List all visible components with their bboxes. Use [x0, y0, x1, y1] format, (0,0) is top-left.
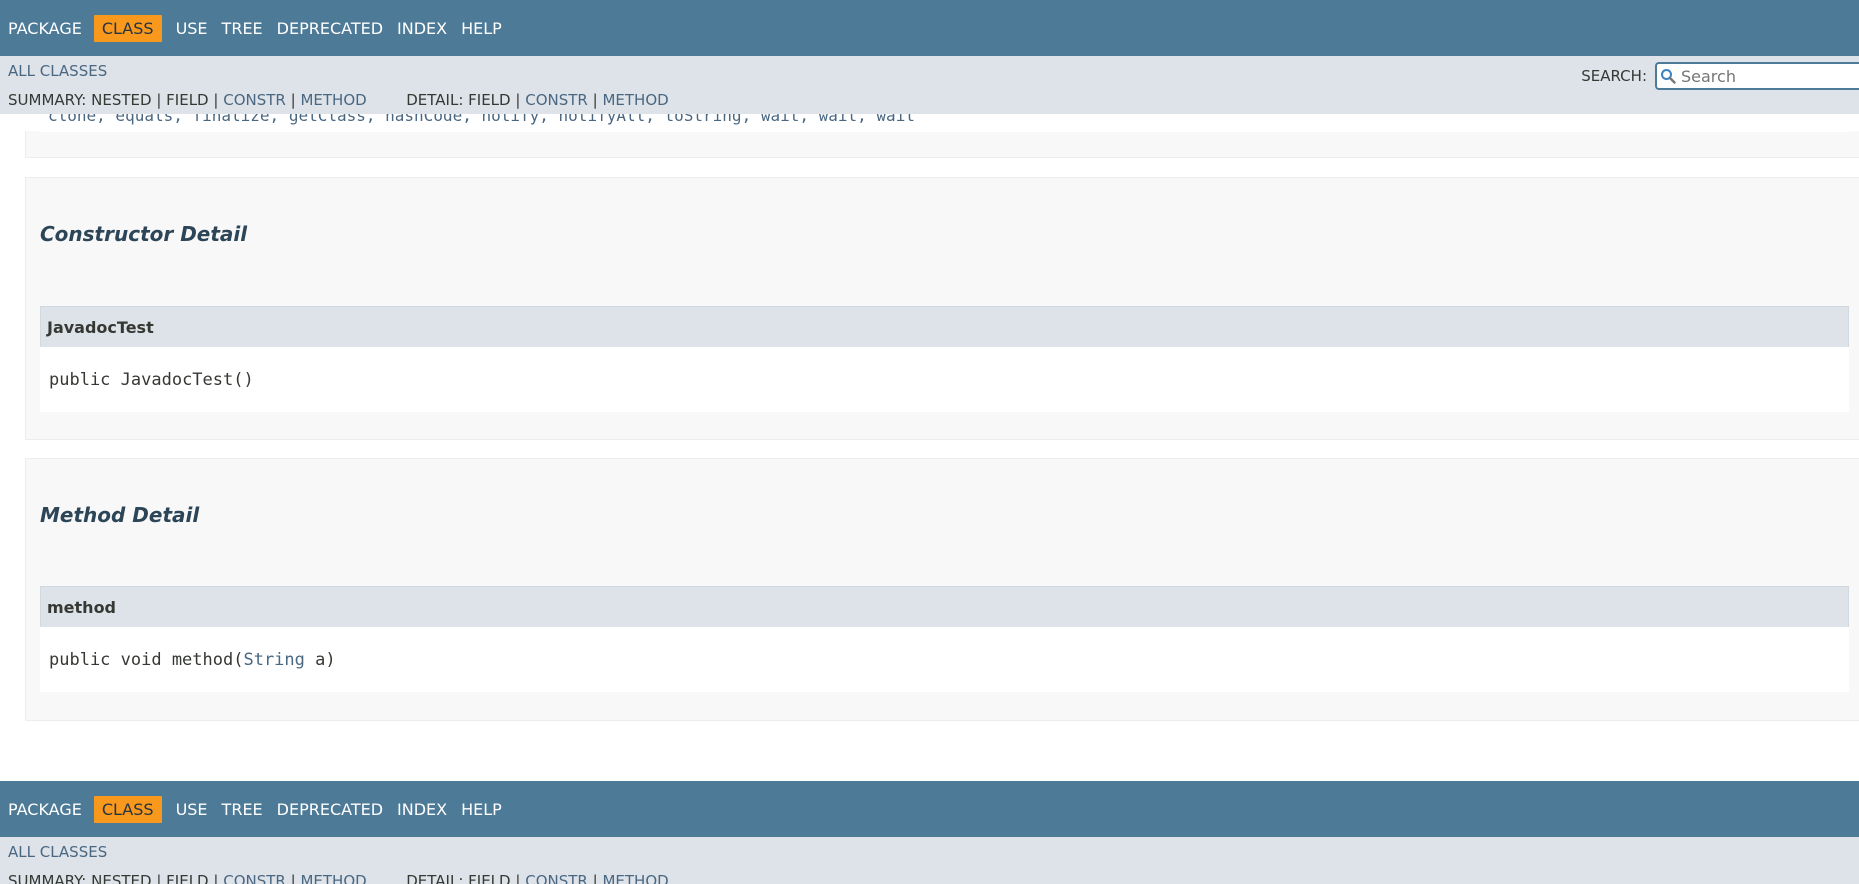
bottom-detail-method-link[interactable]: METHOD: [602, 872, 668, 884]
nav-tree[interactable]: TREE: [222, 15, 263, 42]
bottom-all-classes-link[interactable]: ALL CLASSES: [8, 843, 107, 861]
summary-nested: NESTED: [91, 872, 152, 884]
method-signature: public void method(String a): [40, 627, 1849, 692]
constructor-header: JavadocTest: [40, 306, 1849, 348]
bottom-nav-use[interactable]: USE: [176, 796, 208, 823]
separator: |: [213, 91, 219, 109]
separator: |: [592, 91, 598, 109]
nav-package[interactable]: PACKAGE: [8, 15, 82, 42]
method-detail-heading: Method Detail: [40, 503, 200, 527]
signature-prefix: public void method(: [49, 649, 244, 670]
bottom-summary-nav: SUMMARY: NESTED | FIELD | CONSTR | METHO…: [8, 872, 669, 884]
constructor-detail-section: Constructor Detail JavadocTest public Ja…: [25, 177, 1859, 440]
bottom-detail-constr-link[interactable]: CONSTR: [525, 872, 588, 884]
signature-name: JavadocTest(): [120, 369, 254, 390]
summary-nav: SUMMARY: NESTED | FIELD | CONSTR | METHO…: [8, 91, 669, 109]
summary-field: FIELD: [166, 91, 209, 109]
inherited-methods-block: clone, equals, finalize, getClass, hashC…: [40, 114, 1848, 132]
nav-deprecated[interactable]: DEPRECATED: [277, 15, 383, 42]
search-input[interactable]: [1679, 65, 1853, 87]
summary-method-link[interactable]: METHOD: [300, 91, 366, 109]
separator: |: [213, 872, 219, 884]
detail-label: DETAIL:: [406, 91, 464, 109]
summary-label: SUMMARY:: [8, 872, 87, 884]
signature-modifiers: public: [49, 369, 121, 390]
bottom-nav-tree[interactable]: TREE: [222, 796, 263, 823]
separator: |: [515, 91, 521, 109]
search-box[interactable]: [1655, 62, 1859, 90]
separator: |: [290, 872, 296, 884]
top-nav-list: PACKAGE CLASS USE TREE DEPRECATED INDEX …: [0, 0, 1859, 56]
separator: |: [290, 91, 296, 109]
summary-nested: NESTED: [91, 91, 152, 109]
constructor-name: JavadocTest: [47, 317, 154, 337]
search-label: SEARCH:: [1581, 67, 1647, 85]
detail-field: FIELD: [468, 872, 511, 884]
method-header: method: [40, 586, 1849, 628]
bottom-nav-help[interactable]: HELP: [461, 796, 502, 823]
bottom-nav-index[interactable]: INDEX: [397, 796, 447, 823]
bottom-summary-constr-link[interactable]: CONSTR: [223, 872, 286, 884]
summary-field: FIELD: [166, 872, 209, 884]
inherited-methods-list[interactable]: clone, equals, finalize, getClass, hashC…: [48, 114, 915, 125]
top-navbar: PACKAGE CLASS USE TREE DEPRECATED INDEX …: [0, 0, 1859, 56]
summary-label: SUMMARY:: [8, 91, 87, 109]
search-icon: [1657, 65, 1679, 87]
separator: |: [592, 872, 598, 884]
separator: |: [156, 91, 162, 109]
bottom-nav-deprecated[interactable]: DEPRECATED: [277, 796, 383, 823]
bottom-nav-package[interactable]: PACKAGE: [8, 796, 82, 823]
nav-use[interactable]: USE: [176, 15, 208, 42]
constructor-signature: public JavadocTest(): [40, 347, 1849, 412]
method-signature-text: public void method(String a): [40, 650, 336, 670]
bottom-nav-class[interactable]: CLASS: [93, 795, 162, 823]
constructor-detail-heading: Constructor Detail: [40, 222, 248, 246]
bottom-sub-navbar: ALL CLASSES SUMMARY: NESTED | FIELD | CO…: [0, 837, 1859, 884]
bottom-nav-list: PACKAGE CLASS USE TREE DEPRECATED INDEX …: [0, 781, 1859, 837]
nav-help[interactable]: HELP: [461, 15, 502, 42]
signature-suffix: a): [304, 649, 336, 670]
separator: |: [156, 872, 162, 884]
summary-constr-link[interactable]: CONSTR: [223, 91, 286, 109]
detail-method-link[interactable]: METHOD: [602, 91, 668, 109]
method-summary-block-end: [25, 131, 1859, 158]
method-detail-section: Method Detail method public void method(…: [25, 458, 1859, 721]
method-name: method: [47, 597, 117, 617]
search-area: SEARCH:: [1581, 62, 1859, 90]
detail-label: DETAIL:: [406, 872, 464, 884]
string-type-link[interactable]: String: [243, 650, 304, 670]
nav-index[interactable]: INDEX: [397, 15, 447, 42]
bottom-summary-method-link[interactable]: METHOD: [300, 872, 366, 884]
all-classes-link[interactable]: ALL CLASSES: [8, 62, 107, 80]
sub-navbar: ALL CLASSES SUMMARY: NESTED | FIELD | CO…: [0, 56, 1859, 114]
bottom-navbar: PACKAGE CLASS USE TREE DEPRECATED INDEX …: [0, 781, 1859, 837]
constructor-signature-text: public JavadocTest(): [40, 370, 254, 390]
detail-constr-link[interactable]: CONSTR: [525, 91, 588, 109]
nav-class[interactable]: CLASS: [93, 14, 162, 42]
separator: |: [515, 872, 521, 884]
detail-field: FIELD: [468, 91, 511, 109]
